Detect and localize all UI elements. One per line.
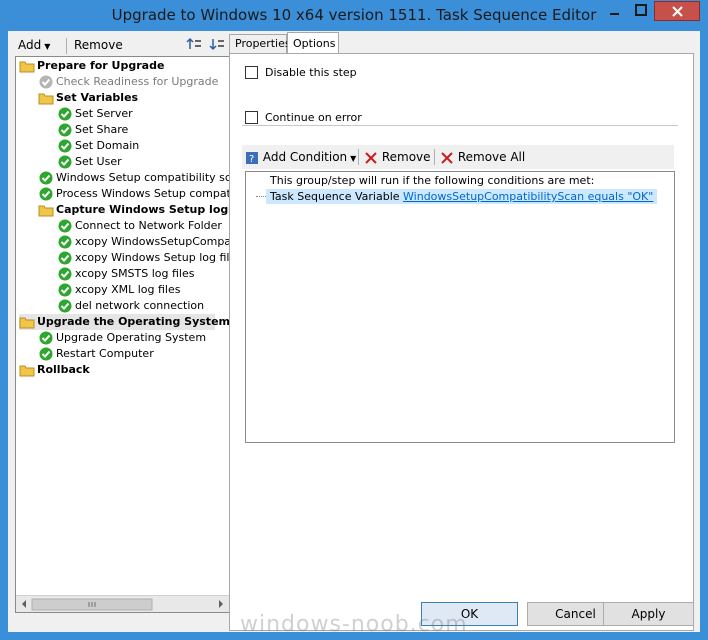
maximize-button[interactable] [628, 1, 654, 21]
tree-toolbar: Add ▼ Remove [16, 35, 231, 55]
chevron-down-icon: ▼ [350, 154, 357, 163]
help-condition-icon: ? [246, 151, 258, 165]
green-check-icon [39, 187, 53, 201]
condition-list[interactable]: This group/step will run if the followin… [245, 171, 675, 443]
green-check-icon [58, 155, 72, 169]
remove-condition-button[interactable]: Remove [364, 148, 431, 166]
green-check-icon [58, 235, 72, 249]
green-check-icon [39, 331, 53, 345]
close-button[interactable] [654, 1, 700, 21]
remove-button[interactable]: Remove [74, 38, 123, 52]
red-x-icon [365, 151, 377, 164]
minimize-button[interactable] [601, 1, 628, 21]
scroll-right-icon [219, 600, 223, 608]
condition-link[interactable]: WindowsSetupCompatibilityScan equals "OK… [403, 190, 653, 203]
continue-on-error-checkbox[interactable] [245, 111, 258, 124]
divider [242, 125, 678, 126]
folder-icon [38, 93, 54, 105]
chevron-down-icon: ▼ [44, 42, 51, 51]
green-check-icon [58, 283, 72, 297]
watermark: windows-noob.com [240, 612, 468, 637]
toolbar-separator [434, 149, 435, 165]
move-down-icon[interactable] [209, 36, 225, 55]
green-check-icon [58, 267, 72, 281]
condition-header: This group/step will run if the followin… [270, 174, 595, 187]
grey-check-icon [39, 75, 53, 89]
condition-toolbar: ? Add Condition ▼ Remove Remove All [242, 145, 674, 169]
horizontal-scrollbar[interactable] [16, 595, 229, 612]
folder-icon [19, 317, 35, 329]
svg-text:?: ? [249, 154, 254, 165]
toolbar-separator [66, 38, 67, 54]
tree-connector [256, 196, 266, 197]
green-check-icon [58, 251, 72, 265]
green-check-icon [58, 123, 72, 137]
tab-options[interactable]: Options [287, 32, 339, 54]
tree-item-upgrade-os-group[interactable]: Upgrade the Operating System [19, 314, 229, 330]
add-condition-button[interactable]: ? Add Condition ▼ [245, 148, 356, 166]
tab-properties[interactable]: Properties [229, 34, 291, 54]
scroll-left-icon [22, 600, 26, 608]
client-area: Add ▼ Remove Prepare for Upgrade Check Re… [8, 31, 700, 632]
close-icon [672, 6, 683, 17]
folder-icon [38, 205, 54, 217]
green-check-icon [58, 299, 72, 313]
red-x-icon [441, 151, 453, 164]
editor-window: Upgrade to Windows 10 x64 version 1511. … [0, 0, 708, 640]
green-check-icon [58, 107, 72, 121]
remove-all-button[interactable]: Remove All [440, 148, 525, 166]
toolbar-separator [358, 149, 359, 165]
green-check-icon [39, 347, 53, 361]
apply-button[interactable]: Apply [603, 602, 694, 626]
green-check-icon [58, 139, 72, 153]
move-up-icon[interactable] [186, 36, 202, 55]
folder-icon [19, 365, 35, 377]
options-panel: Disable this step Continue on error ? Ad… [229, 53, 694, 631]
green-check-icon [58, 219, 72, 233]
add-button[interactable]: Add ▼ [18, 38, 50, 52]
disable-step-checkbox[interactable] [245, 66, 258, 79]
condition-row[interactable]: Task Sequence Variable WindowsSetupCompa… [266, 189, 658, 204]
title-bar: Upgrade to Windows 10 x64 version 1511. … [0, 0, 708, 31]
task-sequence-tree[interactable]: Prepare for Upgrade Check Readiness for … [15, 56, 230, 613]
folder-icon [19, 61, 35, 73]
green-check-icon [39, 171, 53, 185]
